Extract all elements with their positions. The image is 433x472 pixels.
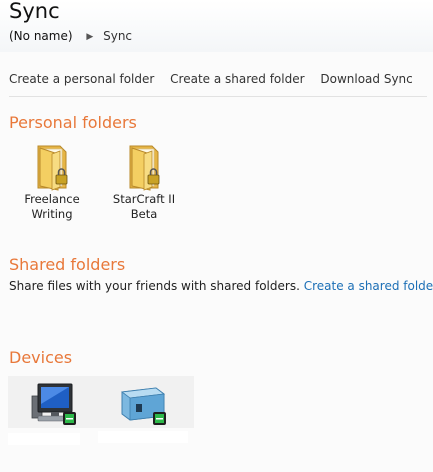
locked-folder-icon [129,145,160,191]
personal-folders-title: Personal folders [9,113,137,132]
folder-tile[interactable]: Freelance Writing [8,140,96,222]
device-name-hidden [98,431,188,443]
download-sync-link[interactable]: Download Sync [320,72,412,86]
shared-folders-title: Shared folders [9,255,126,274]
desktop-computer-icon [31,383,76,425]
device-name-hidden [8,433,80,445]
divider [9,96,427,97]
action-bar: Create a personal folder Create a shared… [9,72,425,86]
breadcrumb-arrow-icon: ▶ [86,32,94,42]
breadcrumb-root[interactable]: (No name) [9,29,73,43]
locked-folder-icon [37,145,68,191]
create-shared-folder-link[interactable]: Create a shared folder [170,72,304,86]
header-bar: Sync (No name) ▶ Sync [0,0,433,52]
folder-tile[interactable]: StarCraft II Beta [100,140,188,222]
device-tile[interactable] [98,376,194,428]
folder-name: Freelance Writing [24,192,80,221]
breadcrumb-current: Sync [103,29,133,43]
breadcrumb: (No name) ▶ Sync [9,29,132,43]
page-title: Sync [9,0,60,23]
devices-title: Devices [9,348,73,367]
server-device-icon [120,387,166,425]
folder-name: StarCraft II Beta [112,192,176,221]
shared-folders-description: Share files with your friends with share… [9,279,433,293]
create-personal-folder-link[interactable]: Create a personal folder [9,72,154,86]
device-tile[interactable] [8,376,104,428]
create-shared-folder-inline-link[interactable]: Create a shared folder [304,279,433,293]
